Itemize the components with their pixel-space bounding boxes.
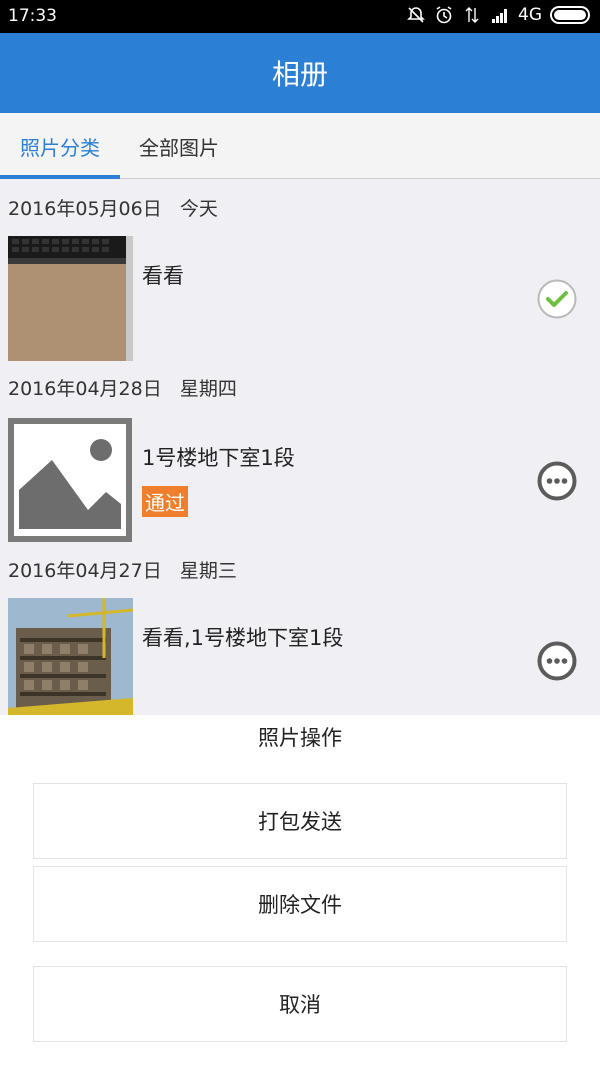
alarm-icon — [436, 6, 452, 24]
status-icons: 4G — [406, 5, 590, 25]
tab-photo-categories[interactable]: 照片分类 — [0, 113, 120, 179]
notifications-off-icon — [407, 7, 425, 23]
date-header: 2016年04月28日 星期四 — [8, 374, 237, 401]
date-text: 2016年04月28日 — [8, 378, 162, 400]
item-title: 看看,1号楼地下室1段 — [142, 626, 344, 650]
delete-file-button[interactable]: 删除文件 — [33, 866, 567, 942]
status-badge: 通过 — [142, 486, 188, 517]
weekday-text: 星期三 — [179, 560, 237, 582]
status-time: 17:33 — [8, 6, 57, 26]
status-bar: 17:33 4G — [0, 0, 600, 33]
app-bar: 相册 — [0, 33, 600, 113]
date-text: 2016年05月06日 — [8, 198, 162, 220]
tab-all-photos[interactable]: 全部图片 — [120, 113, 238, 179]
photo-actions-sheet: 照片操作 打包发送 删除文件 取消 — [0, 715, 600, 1067]
pack-send-button[interactable]: 打包发送 — [33, 783, 567, 859]
weekday-text: 星期四 — [179, 378, 237, 400]
battery-icon — [550, 6, 590, 24]
page-title: 相册 — [271, 58, 328, 91]
data-transfer-icon — [465, 7, 479, 23]
date-header: 2016年04月27日 星期三 — [8, 556, 237, 583]
checked-icon[interactable] — [537, 279, 577, 319]
photo-list[interactable]: 2016年05月06日 今天 看看 2016年04月28日 星期四 1号楼地下室… — [0, 180, 600, 715]
date-header: 2016年05月06日 今天 — [8, 194, 218, 221]
weekday-text: 今天 — [179, 198, 218, 220]
date-text: 2016年04月27日 — [8, 560, 162, 582]
tab-indicator — [0, 175, 120, 179]
sheet-title: 照片操作 — [258, 726, 342, 750]
photo-thumbnail[interactable] — [8, 236, 133, 361]
more-options-icon[interactable] — [537, 461, 577, 501]
item-title: 看看 — [142, 264, 184, 288]
tab-bar: 照片分类 全部图片 — [0, 113, 600, 179]
more-options-icon[interactable] — [537, 641, 577, 681]
item-title: 1号楼地下室1段 — [142, 446, 295, 470]
cancel-button[interactable]: 取消 — [33, 966, 567, 1042]
photo-thumbnail[interactable] — [8, 598, 133, 715]
signal-icon — [492, 9, 507, 23]
network-type: 4G — [518, 5, 542, 25]
image-placeholder-icon[interactable] — [8, 418, 132, 542]
